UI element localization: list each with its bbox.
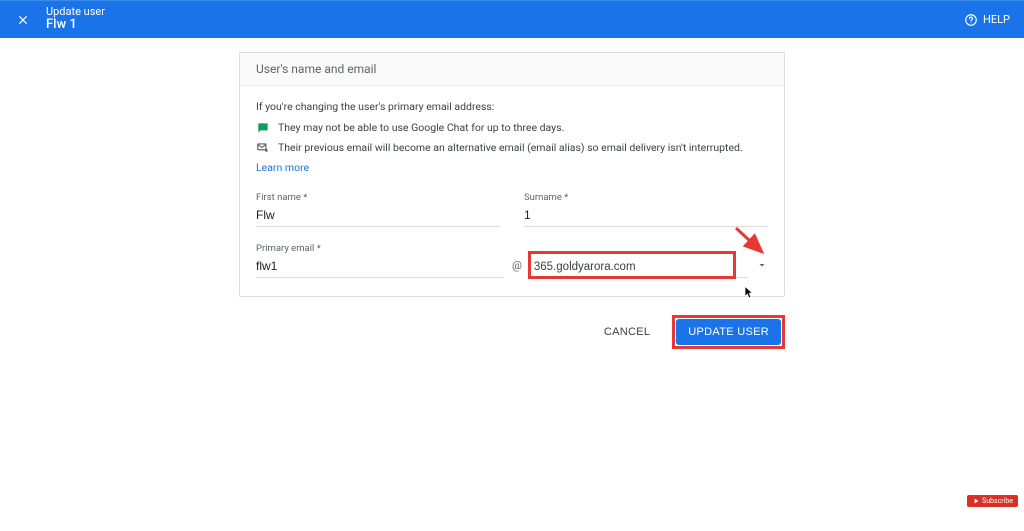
chevron-down-icon (756, 259, 768, 271)
header-bar: Update user Flw 1 HELP (0, 0, 1024, 38)
surname-label: Surname * (524, 192, 768, 203)
help-icon (964, 13, 978, 27)
cancel-button[interactable]: CANCEL (596, 320, 658, 344)
close-icon (16, 13, 30, 27)
learn-more-link[interactable]: Learn more (256, 161, 309, 174)
note-text: They may not be able to use Google Chat … (278, 121, 564, 134)
subscribe-label: Subscribe (982, 497, 1013, 505)
at-symbol: @ (508, 259, 526, 278)
first-name-input[interactable] (256, 206, 500, 227)
email-row: Primary email * @ (256, 243, 768, 278)
first-name-col: First name * (256, 192, 500, 227)
submit-wrap: UPDATE USER (672, 315, 785, 349)
domain-select[interactable] (530, 255, 748, 278)
name-row: First name * Surname * (256, 192, 768, 227)
header-titles: Update user Flw 1 (46, 6, 105, 32)
card: User's name and email If you're changing… (239, 52, 785, 297)
note-text: Their previous email will become an alte… (278, 141, 743, 154)
content-wrap: User's name and email If you're changing… (239, 52, 785, 349)
surname-input[interactable] (524, 206, 768, 227)
surname-col: Surname * (524, 192, 768, 227)
card-heading: User's name and email (240, 53, 784, 86)
note-item: They may not be able to use Google Chat … (256, 121, 768, 135)
card-body: If you're changing the user's primary em… (240, 86, 784, 296)
note-list: They may not be able to use Google Chat … (256, 121, 768, 155)
domain-dropdown-toggle[interactable] (756, 259, 768, 278)
subscribe-badge[interactable]: Subscribe (967, 495, 1018, 507)
close-button[interactable] (14, 11, 32, 29)
primary-email-col: Primary email * (256, 243, 504, 278)
help-label: HELP (983, 13, 1010, 26)
help-button[interactable]: HELP (964, 13, 1010, 27)
primary-email-label: Primary email * (256, 243, 504, 254)
email-alias-icon (256, 141, 270, 155)
note-lead: If you're changing the user's primary em… (256, 100, 768, 113)
primary-email-input[interactable] (256, 257, 504, 278)
domain-col (530, 255, 768, 278)
update-user-button[interactable]: UPDATE USER (676, 319, 781, 345)
chat-icon (256, 121, 270, 135)
first-name-label: First name * (256, 192, 500, 203)
note-item: Their previous email will become an alte… (256, 141, 768, 155)
header-subtitle: Flw 1 (46, 18, 105, 32)
actions-row: CANCEL UPDATE USER (239, 315, 785, 349)
play-icon (972, 497, 980, 505)
